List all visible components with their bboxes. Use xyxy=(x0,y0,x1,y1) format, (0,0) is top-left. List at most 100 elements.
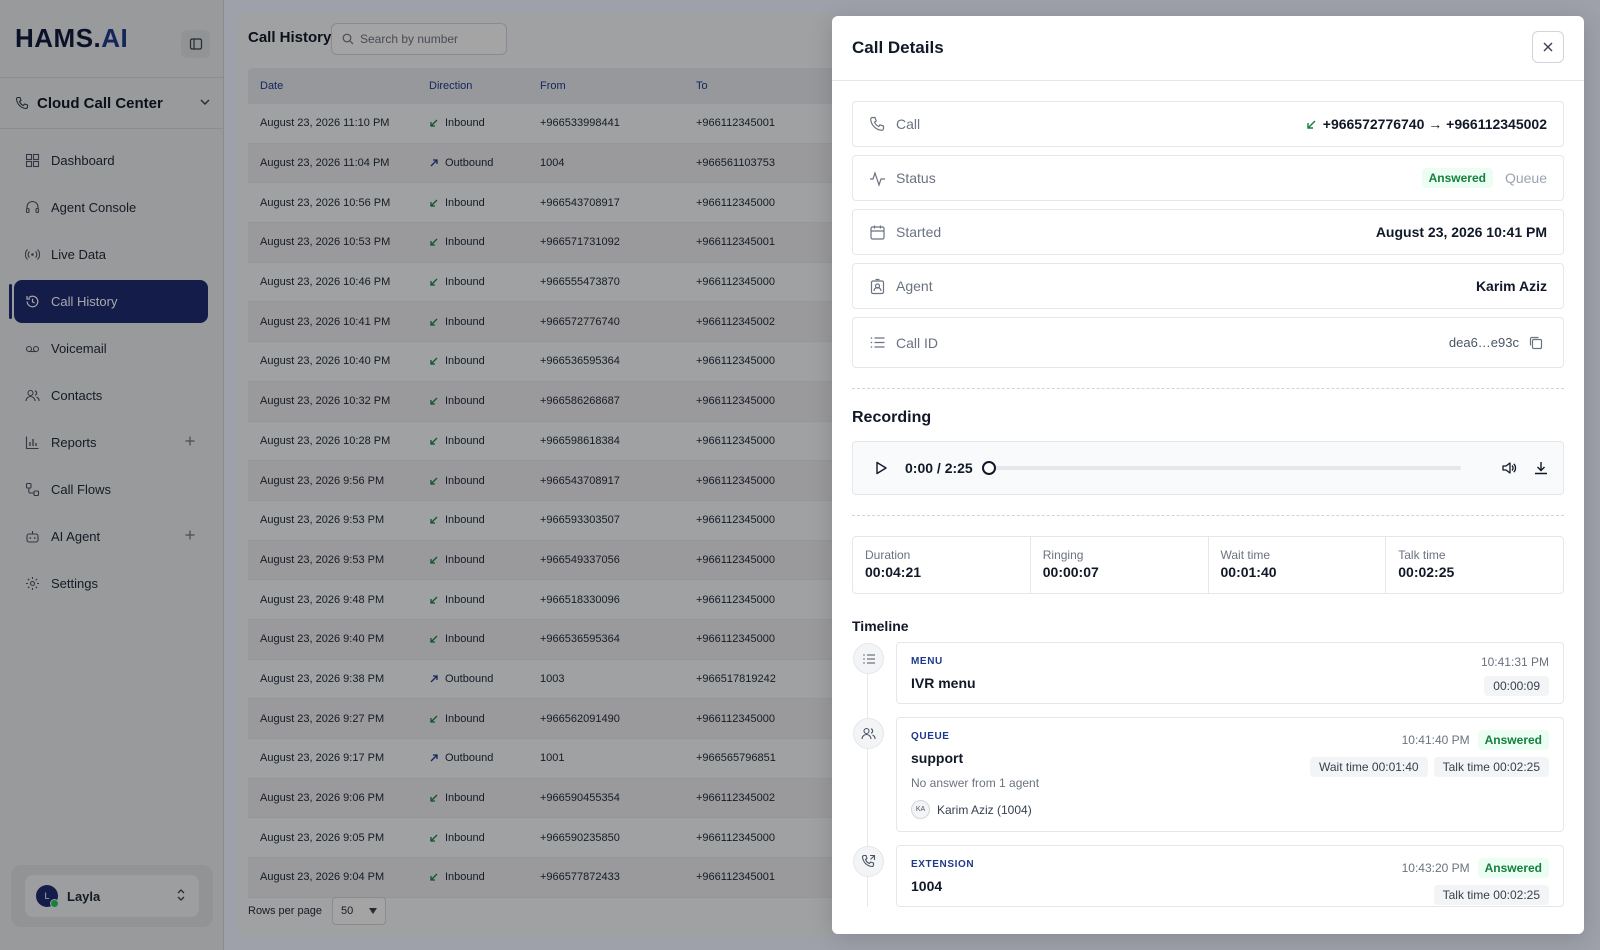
table-row[interactable]: August 23, 2026 9:40 PM Inbound +966536595… xyxy=(248,619,837,660)
cell-from: +966549337056 xyxy=(540,553,620,566)
inbound-arrow-icon xyxy=(430,358,438,366)
table-row[interactable]: August 23, 2026 9:06 PM Inbound +966590455… xyxy=(248,778,837,819)
sidebar-collapse-button[interactable] xyxy=(181,30,210,58)
table-row[interactable]: August 23, 2026 10:40 PM Inbound +96653659… xyxy=(248,342,837,382)
plus-icon[interactable] xyxy=(184,529,196,541)
cell-date: August 23, 2026 9:40 PM xyxy=(260,633,385,646)
cell-date: August 23, 2026 9:05 PM xyxy=(260,831,385,844)
table-row[interactable]: August 23, 2026 9:48 PM Inbound +966518330… xyxy=(248,580,837,620)
play-icon[interactable] xyxy=(873,460,889,476)
table-row[interactable]: August 23, 2026 10:32 PM Inbound +96658626… xyxy=(248,381,837,422)
sidebar-item-live-data[interactable]: Live Data xyxy=(14,233,208,276)
stat-duration: Duration 00:04:21 xyxy=(853,537,1031,593)
outbound-arrow-icon xyxy=(430,675,438,683)
sidebar-item-dashboard[interactable]: Dashboard xyxy=(14,139,208,182)
panel-title: Call Details xyxy=(852,38,944,57)
sidebar-item-contacts[interactable]: Contacts xyxy=(14,374,208,417)
table-row[interactable]: August 23, 2026 9:05 PM Inbound +966590235… xyxy=(248,818,837,859)
table-row[interactable]: August 23, 2026 11:04 PM Outbound 1004 +966… xyxy=(248,143,837,184)
table-row[interactable]: August 23, 2026 9:27 PM Inbound +966562091… xyxy=(248,699,837,739)
sidebar-item-reports[interactable]: Reports xyxy=(14,421,208,464)
playback-slider[interactable] xyxy=(981,461,1461,475)
volume-icon[interactable] xyxy=(1501,460,1517,476)
table-row[interactable]: August 23, 2026 10:56 PM Inbound +96654370… xyxy=(248,183,837,224)
table-row[interactable]: August 23, 2026 10:41 PM Inbound +96657277… xyxy=(248,302,837,343)
direction-label: Inbound xyxy=(445,276,485,289)
cell-direction: Inbound xyxy=(421,236,534,248)
sidebar-item-label: Live Data xyxy=(51,247,106,262)
status-badge: Answered xyxy=(1477,730,1549,750)
sidebar-item-settings[interactable]: Settings xyxy=(14,562,208,605)
cell-date: August 23, 2026 10:40 PM xyxy=(260,355,391,368)
sidebar-item-call-flows[interactable]: Call Flows xyxy=(14,468,208,511)
user-switcher[interactable]: L Layla xyxy=(25,875,199,917)
column-header-date[interactable]: Date xyxy=(248,80,421,92)
plus-icon[interactable] xyxy=(184,435,196,447)
cell-to: +966561103753 xyxy=(696,157,776,170)
sidebar-item-call-history[interactable]: Call History xyxy=(9,280,208,323)
table-row[interactable]: August 23, 2026 9:04 PM Inbound +966577872… xyxy=(248,858,837,898)
rows-per-page-value: 50 xyxy=(341,905,354,917)
cell-date: August 23, 2026 9:17 PM xyxy=(260,752,385,765)
call-row: Call +966572776740 → +966112345002 xyxy=(852,101,1564,147)
close-button[interactable] xyxy=(1532,31,1564,63)
timeline-meta: 10:41:31 PM 00:00:09 xyxy=(1481,655,1549,696)
sidebar-item-label: Agent Console xyxy=(51,200,137,215)
sidebar-item-voicemail[interactable]: Voicemail xyxy=(14,327,208,370)
direction-label: Inbound xyxy=(445,196,485,209)
sidebar-item-ai-agent[interactable]: AI Agent xyxy=(14,515,208,558)
inbound-arrow-icon xyxy=(1307,120,1316,129)
cell-from: +966536595364 xyxy=(540,355,620,368)
direction-label: Inbound xyxy=(445,871,485,884)
cell-from: +966593303507 xyxy=(540,514,620,527)
column-header-to[interactable]: To xyxy=(688,80,837,92)
download-icon[interactable] xyxy=(1533,460,1549,476)
sidebar-item-label: AI Agent xyxy=(51,529,101,544)
cell-from: 1001 xyxy=(540,752,565,765)
inbound-arrow-icon xyxy=(430,635,438,643)
column-header-direction[interactable]: Direction xyxy=(421,80,534,92)
search-input[interactable] xyxy=(360,32,500,46)
call-history-page: Call History Date Direction From To Augu… xyxy=(237,12,837,938)
direction-label: Inbound xyxy=(445,434,485,447)
timeline-time-row: 10:43:20 PM Answered xyxy=(1402,858,1549,878)
timeline-chips: Talk time 00:02:25 xyxy=(1433,885,1549,905)
cell-from: +966518330096 xyxy=(540,593,620,606)
playback-time: 0:00 / 2:25 xyxy=(905,460,973,476)
timeline: MENU IVR menu 10:41:31 PM 00:00:09 QUEUE… xyxy=(852,642,1564,907)
table-row[interactable]: August 23, 2026 9:17 PM Outbound 1001 +9665… xyxy=(248,739,837,779)
table-row[interactable]: August 23, 2026 11:10 PM Inbound +96653399… xyxy=(248,104,837,144)
table-row[interactable]: August 23, 2026 10:28 PM Inbound +96659861… xyxy=(248,422,837,462)
brand-logo: HAMS.AI xyxy=(15,23,129,53)
call-id-value: dea6…e93c xyxy=(1449,332,1547,354)
sidebar-item-agent-console[interactable]: Agent Console xyxy=(14,186,208,229)
cell-from: +966562091490 xyxy=(540,712,620,725)
copy-icon[interactable] xyxy=(1525,332,1547,354)
timeline-item-queue: QUEUE support No answer from 1 agent KA … xyxy=(853,717,1564,832)
table-row[interactable]: August 23, 2026 10:53 PM Inbound +96657173… xyxy=(248,223,837,263)
call-id-label: Call ID xyxy=(896,334,939,351)
stat-value: 00:02:25 xyxy=(1398,564,1455,580)
rows-per-page-select[interactable]: 50 xyxy=(332,897,386,925)
column-header-from[interactable]: From xyxy=(534,80,688,92)
cell-from: +966572776740 xyxy=(540,315,620,328)
table-row[interactable]: August 23, 2026 9:53 PM Inbound +966549337… xyxy=(248,540,837,581)
playback-handle[interactable] xyxy=(981,461,996,475)
table-row[interactable]: August 23, 2026 9:53 PM Inbound +966593303… xyxy=(248,501,837,541)
table-row[interactable]: August 23, 2026 9:38 PM Outbound 1003 +9665… xyxy=(248,660,837,700)
agent-label: Agent xyxy=(896,278,933,294)
cell-from: +966555473870 xyxy=(540,276,620,289)
inbound-arrow-icon xyxy=(430,119,438,127)
table-row[interactable]: August 23, 2026 10:46 PM Inbound +96655547… xyxy=(248,263,837,303)
workspace-switcher[interactable]: Cloud Call Center xyxy=(0,78,223,129)
pagination: Rows per page 50 xyxy=(248,897,386,925)
table-row[interactable]: August 23, 2026 9:56 PM Inbound +966543708… xyxy=(248,461,837,501)
inbound-arrow-icon xyxy=(430,556,438,564)
cell-to: +966112345000 xyxy=(696,276,776,289)
cell-from: 1004 xyxy=(540,157,565,170)
workspace-label: Cloud Call Center xyxy=(37,94,163,112)
recording-title: Recording xyxy=(852,409,932,426)
avatar: KA xyxy=(911,800,930,819)
cell-date: August 23, 2026 9:27 PM xyxy=(260,712,385,725)
search-box xyxy=(331,23,507,55)
